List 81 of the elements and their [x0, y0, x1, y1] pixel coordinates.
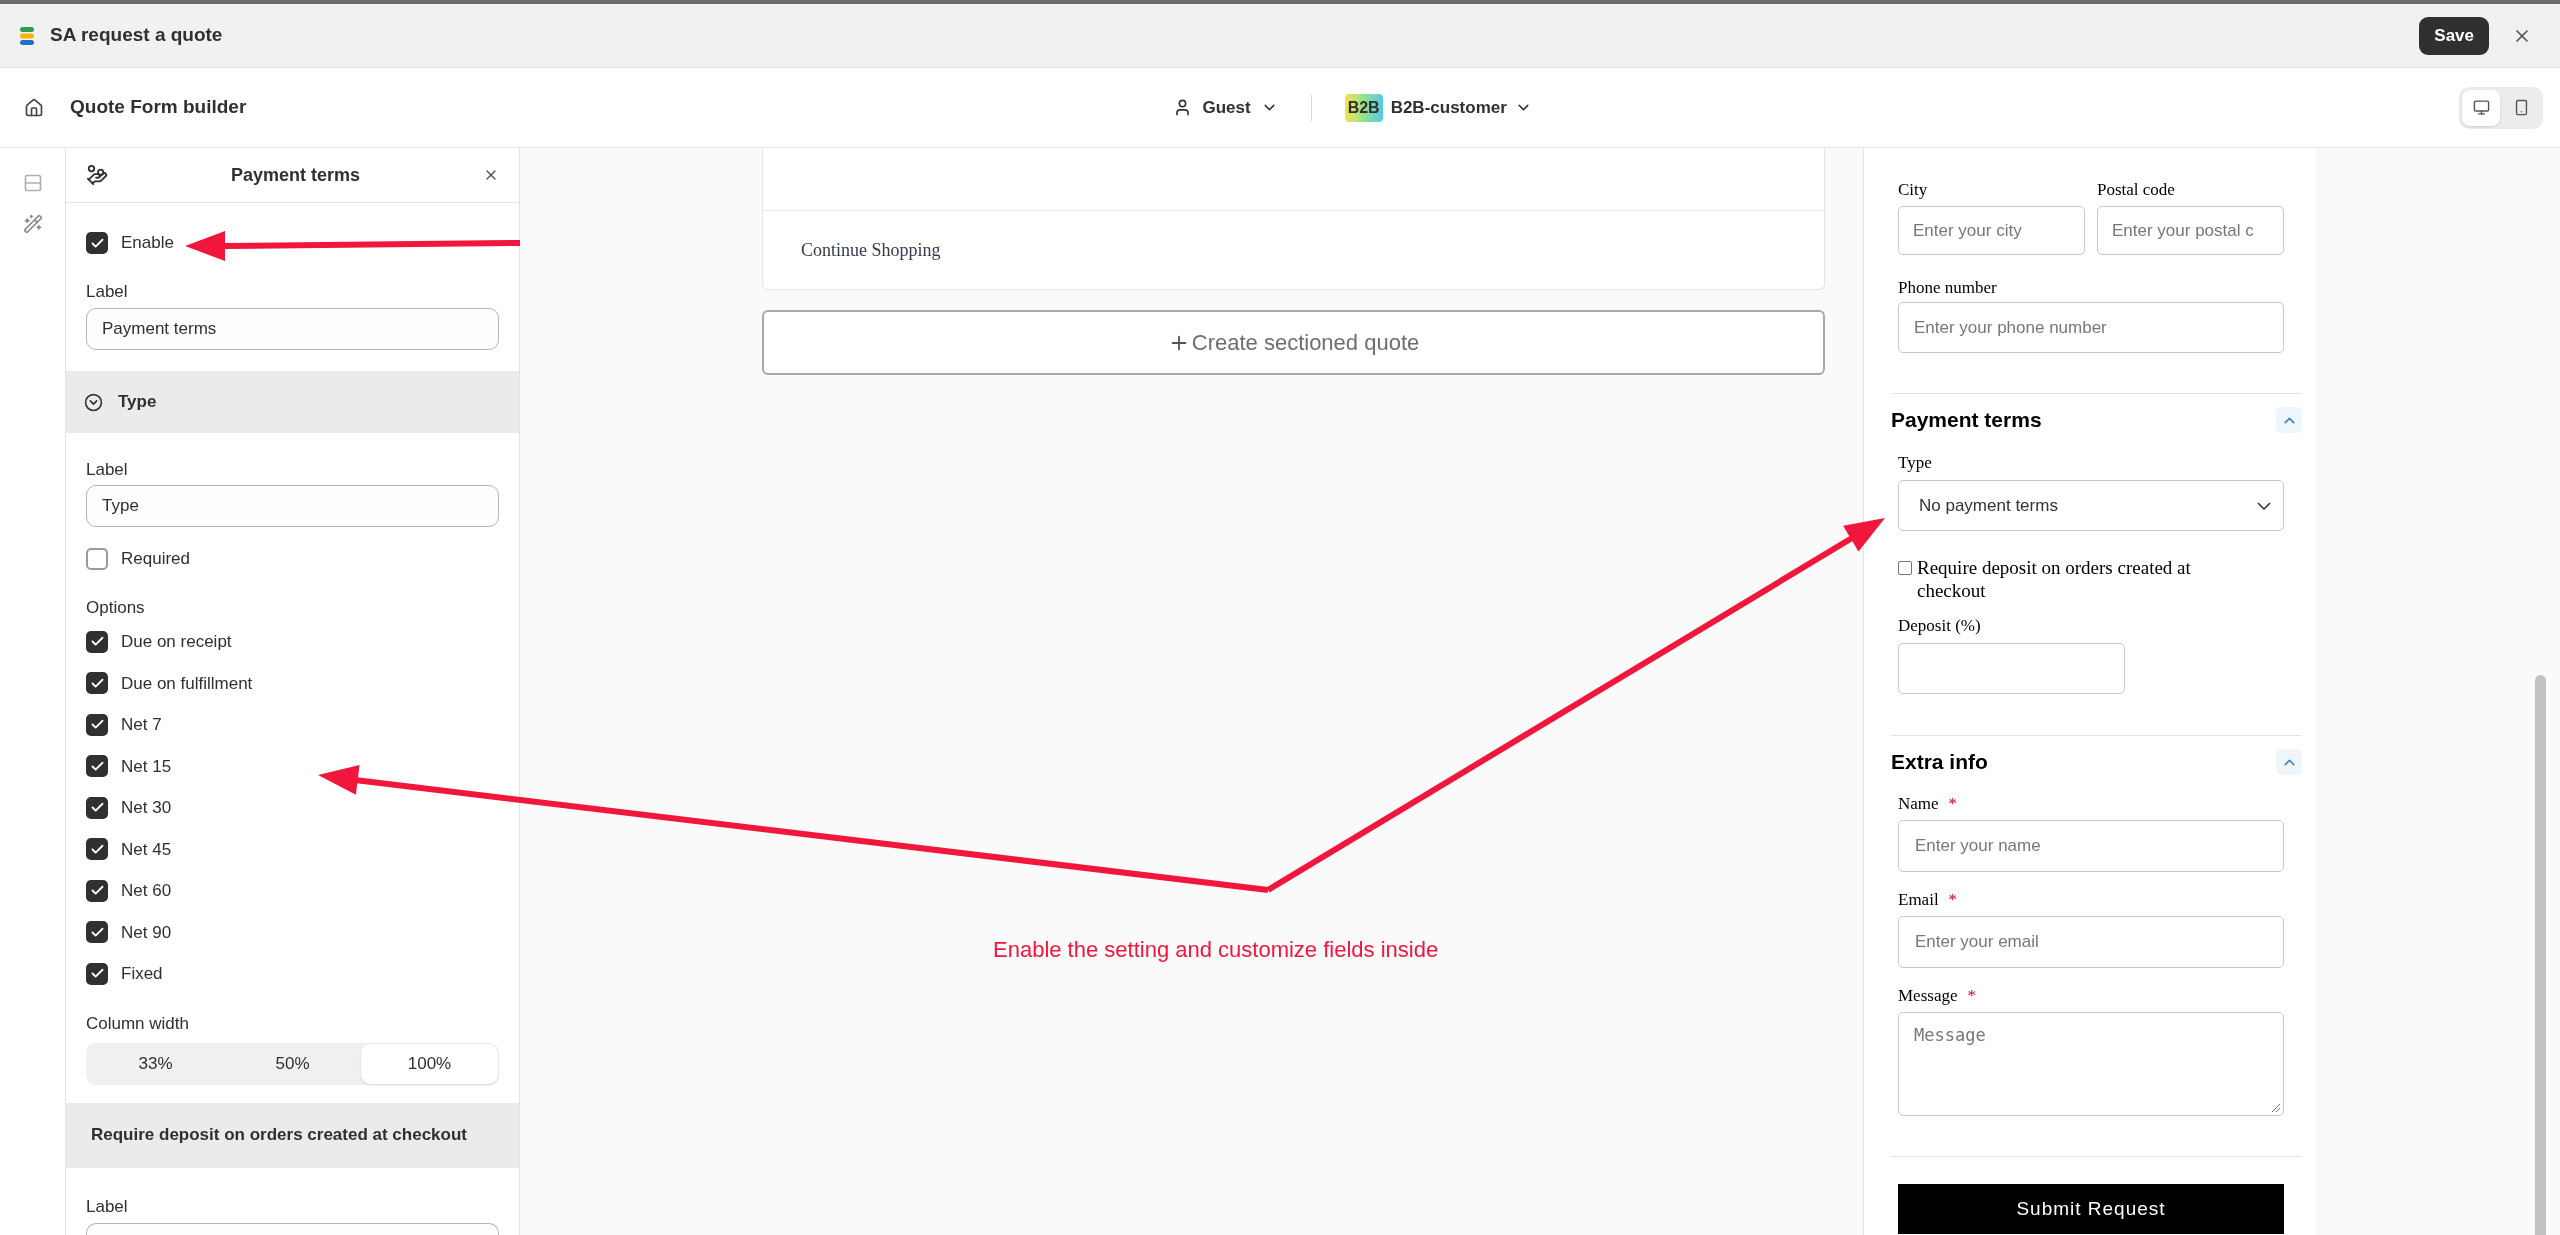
field-label: Phone number — [1898, 277, 1998, 297]
checkbox[interactable] — [86, 548, 108, 570]
field-label: Label — [86, 1195, 129, 1216]
required-mark: * — [1948, 793, 1958, 816]
checkbox-label: Enable — [121, 232, 174, 255]
checkbox-label: Net 45 — [121, 838, 172, 861]
input-field[interactable]: Enter your phone number — [1898, 302, 2284, 353]
checkbox[interactable] — [86, 672, 108, 695]
field-label: Column width — [86, 1012, 190, 1033]
checkbox[interactable] — [86, 838, 108, 861]
checkbox[interactable] — [86, 713, 108, 736]
field-label: Message — [1898, 985, 1958, 1008]
section-heading: Payment terms — [1891, 407, 2042, 434]
home-icon[interactable] — [24, 97, 44, 118]
checkbox[interactable] — [86, 796, 108, 819]
magic-wand-icon[interactable] — [22, 214, 43, 234]
segment-option[interactable]: 50% — [224, 1043, 361, 1084]
customer-dropdown[interactable]: Guest — [1173, 94, 1278, 121]
chevron-circle-icon — [84, 392, 103, 412]
checkbox-label: Due on receipt — [121, 631, 232, 653]
checkbox[interactable] — [86, 755, 108, 778]
input-field[interactable]: Enter your name — [1898, 820, 2284, 872]
checkbox-label: Due on fulfillment — [121, 672, 253, 695]
field-label: City — [1898, 179, 1929, 199]
save-button[interactable]: Save — [2419, 16, 2489, 55]
annotation-text: Enable the setting and customize fields inside — [993, 936, 1439, 964]
section-heading: Extra info — [1891, 749, 1988, 776]
group-badge: B2B — [1344, 93, 1383, 122]
field-label: Label — [86, 281, 129, 301]
checkbox[interactable] — [1898, 561, 1912, 575]
checkbox[interactable] — [86, 962, 108, 985]
input-field[interactable]: Enter your postal c — [2097, 206, 2284, 255]
input-field[interactable] — [86, 1222, 499, 1235]
collapse-button[interactable] — [2276, 749, 2302, 775]
field-label: Deposit (%) — [1898, 615, 1981, 638]
builder-title: Quote Form builder — [70, 95, 247, 120]
checkbox-label: Required — [121, 548, 190, 571]
input-field[interactable]: Enter your city — [1898, 206, 2085, 255]
checkbox-label: Fixed — [121, 963, 163, 985]
checkbox-label: Net 7 — [121, 714, 162, 736]
field-label: Label — [86, 459, 129, 479]
app-logo-icon — [18, 25, 36, 46]
input-field[interactable]: Enter your email — [1898, 916, 2284, 968]
field-label: Postal code — [2097, 179, 2176, 199]
checkbox[interactable] — [86, 630, 108, 653]
collapse-button[interactable] — [2276, 407, 2302, 433]
select-field[interactable]: No payment terms — [1898, 480, 2284, 531]
segment-option[interactable]: 100% — [361, 1043, 498, 1084]
section-header[interactable]: Require deposit on orders created at checkout — [66, 1102, 519, 1168]
checkbox-label: Net 30 — [121, 797, 172, 819]
input-field[interactable]: Type — [86, 485, 499, 527]
checkbox-label: Require deposit on orders created at checkout — [1917, 556, 2192, 602]
create-quote-button[interactable]: Create sectioned quote — [762, 310, 1825, 375]
continue-shopping-link[interactable]: Continue Shopping — [801, 236, 941, 264]
required-mark: * — [1948, 889, 1958, 912]
scrollbar-thumb[interactable] — [2535, 675, 2546, 1235]
checkbox[interactable] — [86, 232, 108, 254]
checkbox[interactable] — [86, 879, 108, 902]
submit-button[interactable]: Submit Request — [1898, 1184, 2284, 1234]
hand-coins-icon — [86, 164, 108, 186]
input-field[interactable]: Payment terms — [86, 308, 499, 350]
chevron-down-icon — [2257, 501, 2271, 510]
options-heading: Options — [86, 597, 146, 617]
resize-handle-icon[interactable] — [2271, 1103, 2281, 1113]
textarea-field[interactable]: Message — [1898, 1012, 2284, 1116]
field-label: Name — [1898, 793, 1939, 816]
segment-option[interactable]: 33% — [87, 1043, 224, 1084]
desktop-view-button[interactable] — [2462, 89, 2500, 126]
checkbox[interactable] — [86, 921, 108, 944]
section-header[interactable]: Type — [66, 371, 519, 433]
field-label: Type — [1898, 452, 1932, 475]
input-field[interactable] — [1898, 643, 2125, 694]
monitor-icon — [2472, 99, 2490, 116]
field-label: Email — [1898, 889, 1939, 912]
checkbox-label: Net 90 — [121, 921, 172, 944]
required-mark: * — [1967, 985, 1976, 1008]
checkbox-label: Net 15 — [121, 755, 172, 778]
checkbox-label: Net 60 — [121, 880, 172, 902]
customer-group-dropdown[interactable]: B2B B2B-customer — [1344, 93, 1532, 122]
window-title: SA request a quote — [50, 23, 223, 48]
panel-title: Payment terms — [229, 163, 362, 187]
